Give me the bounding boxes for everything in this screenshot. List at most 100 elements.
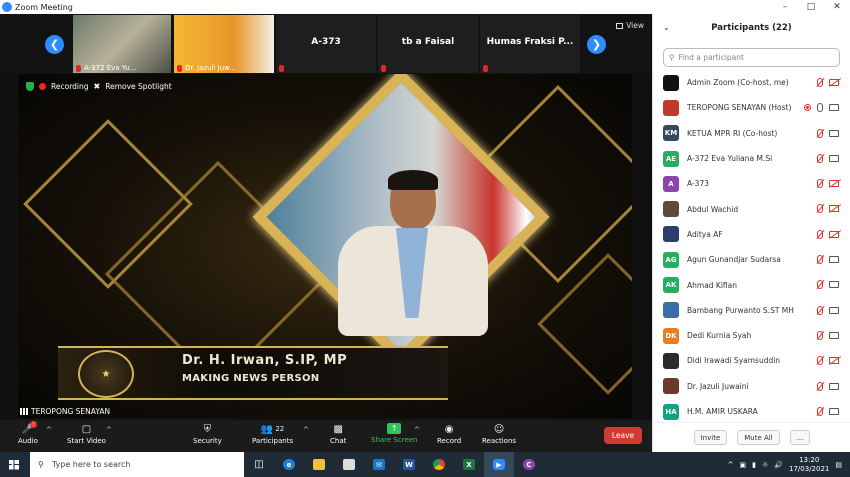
app-icon[interactable]: C (514, 452, 544, 477)
mic-muted-icon[interactable] (817, 153, 823, 163)
participant-row[interactable]: TEROPONG SENAYAN (Host) (653, 95, 850, 120)
mic-muted-icon[interactable] (817, 280, 823, 290)
reactions-button[interactable]: ☺ Reactions (482, 423, 516, 446)
chevron-up-icon[interactable]: ^ (728, 461, 734, 469)
camera-icon[interactable] (829, 306, 839, 314)
chrome-icon[interactable] (424, 452, 454, 477)
camera-off-icon[interactable] (829, 357, 839, 365)
video-options-caret[interactable]: ^ (106, 426, 112, 434)
notifications-icon[interactable]: ▤ (835, 461, 842, 469)
mic-muted-icon[interactable] (817, 128, 823, 138)
video-tile[interactable]: tb a Faisal (378, 15, 478, 73)
mic-muted-icon[interactable] (817, 356, 823, 366)
zoom-taskbar-icon[interactable]: ▶ (484, 452, 514, 477)
participant-row[interactable]: AK Ahmad Kiflan (653, 272, 850, 297)
participant-row[interactable]: Aditya AF (653, 222, 850, 247)
video-tile[interactable]: Dr. Jazuli Juw... (174, 15, 274, 73)
video-tile[interactable]: A-372 Eva Yu... (73, 15, 171, 73)
mail-icon[interactable]: ✉ (364, 452, 394, 477)
share-screen-button[interactable]: ↑ Share Screen (371, 423, 418, 444)
participants-button[interactable]: 👥 22 Participants (252, 423, 293, 446)
participant-row[interactable]: Dr. Jazuli Juwaini (653, 374, 850, 399)
mute-all-button[interactable]: Mute All (737, 430, 780, 445)
battery-icon[interactable]: ▮ (752, 461, 756, 469)
camera-icon[interactable] (829, 129, 839, 137)
audio-options-caret[interactable]: ^ (46, 426, 52, 434)
camera-icon[interactable] (829, 407, 839, 415)
start-button[interactable] (0, 452, 28, 477)
strip-next-button[interactable]: ❯ (587, 35, 606, 54)
taskbar-clock[interactable]: 13:20 17/03/2021 (789, 456, 829, 474)
view-button[interactable]: View (616, 21, 644, 30)
leave-button[interactable]: Leave (604, 427, 642, 444)
mic-muted-icon[interactable] (817, 78, 823, 87)
video-tile[interactable]: A-373 (276, 15, 376, 73)
taskbar-search[interactable]: ⚲ Type here to search (30, 452, 244, 477)
mic-muted-icon[interactable] (817, 179, 823, 189)
participant-row[interactable]: HA H.M. AMIR USKARA (653, 399, 850, 422)
remove-spotlight-button[interactable]: Remove Spotlight (105, 82, 172, 91)
store-icon[interactable] (334, 452, 364, 477)
participants-icon: 👥 22 (260, 423, 285, 435)
tile-name: A-372 Eva Yu... (84, 64, 137, 72)
maximize-button[interactable]: □ (798, 0, 824, 14)
spotlight-video[interactable]: Recording ✖ Remove Spotlight ★ Dr. H. Ir… (18, 74, 632, 418)
audio-button[interactable]: 🎤! Audio (18, 421, 38, 445)
record-button[interactable]: ◉ Record (437, 423, 461, 446)
participant-row[interactable]: Didi Irawadi Syamsuddin (653, 348, 850, 373)
participant-row[interactable]: DK Dedi Kurnia Syah (653, 323, 850, 348)
more-button[interactable]: ... (789, 430, 811, 445)
participant-row[interactable]: Admin Zoom (Co-host, me) (653, 70, 850, 95)
camera-icon[interactable] (829, 256, 839, 264)
participants-header: ⌄ Participants (22) (653, 14, 850, 42)
chat-button[interactable]: ▩ Chat (330, 423, 346, 446)
strip-prev-button[interactable]: ❮ (45, 35, 64, 54)
camera-off-icon[interactable] (829, 180, 839, 188)
camera-icon[interactable] (829, 281, 839, 289)
search-input[interactable] (678, 53, 829, 62)
participant-row[interactable]: Bambang Purwanto S.ST MH (653, 298, 850, 323)
close-button[interactable]: ✕ (824, 0, 850, 14)
excel-icon[interactable]: X (454, 452, 484, 477)
camera-icon[interactable] (829, 382, 839, 390)
mic-muted-icon[interactable] (817, 381, 823, 391)
file-explorer-icon[interactable] (304, 452, 334, 477)
participant-search[interactable]: ⚲ (663, 48, 840, 67)
mic-muted-icon[interactable] (817, 305, 823, 315)
volume-icon[interactable]: 🔊 (774, 461, 783, 469)
network-icon[interactable]: ▣ (740, 461, 747, 469)
camera-icon[interactable] (829, 154, 839, 162)
security-button[interactable]: ⛨ Security (193, 423, 222, 446)
participant-row[interactable]: KM KETUA MPR RI (Co-host) (653, 121, 850, 146)
camera-icon[interactable] (829, 104, 839, 112)
start-video-button[interactable]: ▢ Start Video (67, 423, 106, 446)
mic-muted-icon[interactable] (817, 406, 823, 416)
camera-off-icon[interactable] (829, 205, 839, 213)
participant-row[interactable]: AE A-372 Eva Yuliana M.Si (653, 146, 850, 171)
mic-icon[interactable] (817, 103, 823, 113)
share-options-caret[interactable]: ^ (414, 426, 420, 434)
mic-muted-icon[interactable] (817, 204, 823, 214)
participant-status-icons (817, 78, 839, 87)
video-tile[interactable]: Humas Fraksi P... (480, 15, 580, 73)
minimize-button[interactable]: – (772, 0, 798, 14)
mic-muted-icon[interactable] (817, 255, 823, 265)
mic-muted-icon[interactable] (817, 330, 823, 340)
edge-icon[interactable]: e (274, 452, 304, 477)
word-icon[interactable]: W (394, 452, 424, 477)
participant-row[interactable]: Abdul Wachid (653, 196, 850, 221)
participant-row[interactable]: A A-373 (653, 171, 850, 196)
speaker-role-caption: MAKING NEWS PERSON (182, 373, 320, 384)
task-view-icon[interactable]: ◫ (244, 452, 274, 477)
chevron-down-icon[interactable]: ⌄ (663, 23, 670, 32)
camera-off-icon[interactable] (829, 230, 839, 238)
camera-off-icon[interactable] (829, 79, 839, 86)
camera-icon[interactable] (829, 331, 839, 339)
participants-options-caret[interactable]: ^ (303, 426, 309, 434)
pin-icon[interactable]: ✖ (94, 82, 101, 91)
mic-muted-icon[interactable] (817, 229, 823, 239)
view-grid-icon (616, 22, 624, 29)
wifi-icon[interactable]: ☼ (762, 461, 768, 469)
invite-button[interactable]: Invite (693, 430, 728, 445)
participant-row[interactable]: AG Agun Gunandjar Sudarsa (653, 247, 850, 272)
